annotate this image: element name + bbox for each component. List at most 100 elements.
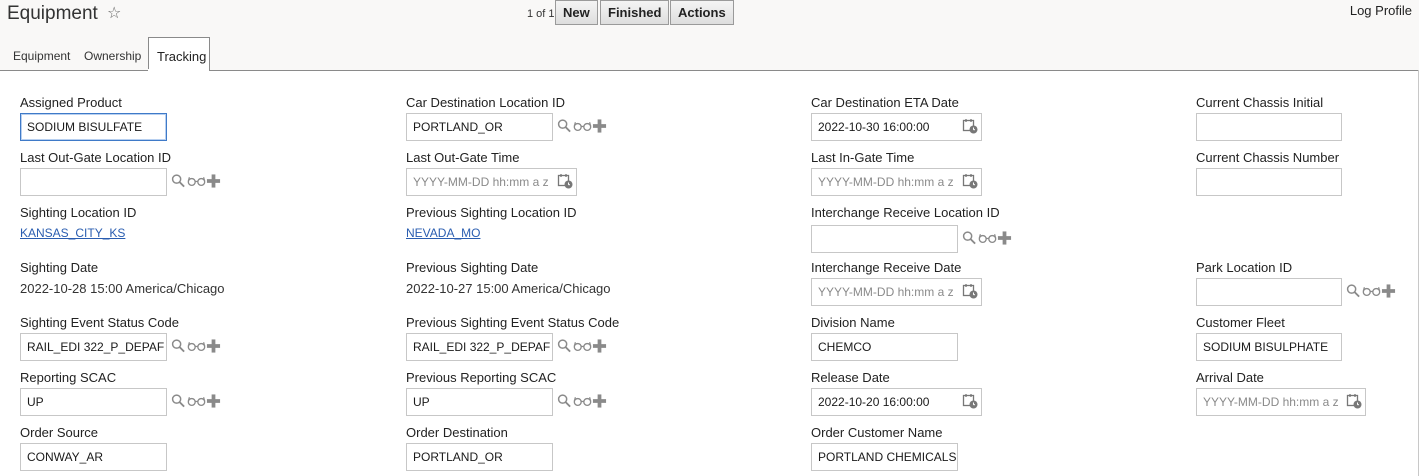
order-customer-name-input[interactable]: PORTLAND CHEMICALS <box>811 443 958 471</box>
assigned-product-field: Assigned Product SODIUM BISULFATE <box>20 95 167 141</box>
star-icon[interactable]: ☆ <box>107 3 121 23</box>
previous-sighting-date-label: Previous Sighting Date <box>406 260 539 275</box>
glasses-icon[interactable] <box>187 393 206 409</box>
log-profile-link[interactable]: Log Profile <box>1350 3 1412 18</box>
division-name-label: Division Name <box>811 315 895 330</box>
current-chassis-initial-input[interactable] <box>1196 113 1342 141</box>
interchange-receive-location-label: Interchange Receive Location ID <box>811 205 1000 220</box>
release-date-field: Release Date 2022-10-20 16:00:00 <box>811 370 982 416</box>
last-out-gate-location-input[interactable] <box>20 168 167 196</box>
sighting-date-field: Sighting Date 2022-10-28 15:00 America/C… <box>20 260 225 296</box>
interchange-receive-date-input[interactable]: YYYY-MM-DD hh:mm a z <box>811 278 982 306</box>
previous-reporting-scac-label: Previous Reporting SCAC <box>406 370 557 385</box>
current-chassis-number-label: Current Chassis Number <box>1196 150 1340 165</box>
tab-bar: Equipment Ownership Tracking <box>0 37 1419 71</box>
order-destination-label: Order Destination <box>406 425 508 440</box>
new-button[interactable]: New <box>555 0 598 25</box>
search-icon[interactable] <box>557 118 572 134</box>
plus-icon[interactable] <box>206 173 221 189</box>
plus-icon[interactable] <box>206 338 221 354</box>
reporting-scac-field: Reporting SCAC UP <box>20 370 116 416</box>
order-source-label: Order Source <box>20 425 99 440</box>
previous-reporting-scac-field: Previous Reporting SCAC UP <box>406 370 556 416</box>
glasses-icon[interactable] <box>573 393 592 409</box>
last-out-gate-time-input[interactable]: YYYY-MM-DD hh:mm a z <box>406 168 577 196</box>
sighting-location-link[interactable]: KANSAS_CITY_KS <box>20 226 136 240</box>
customer-fleet-input[interactable]: SODIUM BISULPHATE <box>1196 333 1342 361</box>
plus-icon[interactable] <box>1381 283 1396 299</box>
search-icon[interactable] <box>1346 283 1361 299</box>
release-date-input[interactable]: 2022-10-20 16:00:00 <box>811 388 982 416</box>
sighting-location-label: Sighting Location ID <box>20 205 137 220</box>
last-in-gate-time-input[interactable]: YYYY-MM-DD hh:mm a z <box>811 168 982 196</box>
tab-ownership[interactable]: Ownership <box>84 49 141 63</box>
search-icon[interactable] <box>171 393 186 409</box>
plus-icon[interactable] <box>997 230 1012 246</box>
tab-equipment[interactable]: Equipment <box>13 49 70 63</box>
glasses-icon[interactable] <box>573 338 592 354</box>
current-chassis-number-input[interactable] <box>1196 168 1342 196</box>
division-name-field: Division Name CHEMCO <box>811 315 958 361</box>
division-name-input[interactable]: CHEMCO <box>811 333 958 361</box>
previous-sighting-location-field: Previous Sighting Location ID NEVADA_MO <box>406 205 577 240</box>
pager-text: 1 of 1 <box>527 8 555 20</box>
previous-sighting-event-status-code-input[interactable]: RAIL_EDI 322_P_DEPAF <box>406 333 553 361</box>
park-location-input[interactable] <box>1196 278 1342 306</box>
customer-fleet-field: Customer Fleet SODIUM BISULPHATE <box>1196 315 1342 361</box>
order-destination-input[interactable]: PORTLAND_OR <box>406 443 553 471</box>
current-chassis-initial-label: Current Chassis Initial <box>1196 95 1324 110</box>
interchange-receive-date-label: Interchange Receive Date <box>811 260 962 275</box>
car-destination-location-label: Car Destination Location ID <box>406 95 565 110</box>
car-destination-eta-label: Car Destination ETA Date <box>811 95 959 110</box>
arrival-date-input[interactable]: YYYY-MM-DD hh:mm a z <box>1196 388 1366 416</box>
calendar-clock-icon[interactable] <box>962 118 978 134</box>
interchange-receive-location-input[interactable] <box>811 225 958 253</box>
sighting-date-label: Sighting Date <box>20 260 99 275</box>
assigned-product-input[interactable]: SODIUM BISULFATE <box>20 113 167 141</box>
current-chassis-initial-field: Current Chassis Initial <box>1196 95 1342 141</box>
previous-reporting-scac-input[interactable]: UP <box>406 388 553 416</box>
plus-icon[interactable] <box>592 338 607 354</box>
calendar-clock-icon[interactable] <box>962 283 978 299</box>
search-icon[interactable] <box>557 338 572 354</box>
release-date-label: Release Date <box>811 370 890 385</box>
search-icon[interactable] <box>171 173 186 189</box>
car-destination-eta-input[interactable]: 2022-10-30 16:00:00 <box>811 113 982 141</box>
last-out-gate-location-label: Last Out-Gate Location ID <box>20 150 172 165</box>
glasses-icon[interactable] <box>1362 283 1381 299</box>
finished-button[interactable]: Finished <box>600 0 670 25</box>
reporting-scac-input[interactable]: UP <box>20 388 167 416</box>
current-chassis-number-field: Current Chassis Number <box>1196 150 1342 196</box>
search-icon[interactable] <box>962 230 977 246</box>
sighting-event-status-code-input[interactable]: RAIL_EDI 322_P_DEPAF <box>20 333 167 361</box>
plus-icon[interactable] <box>592 393 607 409</box>
page-title: Equipment <box>7 3 98 24</box>
calendar-clock-icon[interactable] <box>962 173 978 189</box>
glasses-icon[interactable] <box>978 230 997 246</box>
car-destination-location-input[interactable]: PORTLAND_OR <box>406 113 553 141</box>
arrival-date-label: Arrival Date <box>1196 370 1264 385</box>
sighting-location-field: Sighting Location ID KANSAS_CITY_KS <box>20 205 136 240</box>
last-out-gate-time-label: Last Out-Gate Time <box>406 150 520 165</box>
previous-sighting-event-status-code-field: Previous Sighting Event Status Code RAIL… <box>406 315 619 361</box>
glasses-icon[interactable] <box>187 173 206 189</box>
calendar-clock-icon[interactable] <box>1346 393 1362 409</box>
glasses-icon[interactable] <box>187 338 206 354</box>
glasses-icon[interactable] <box>573 118 592 134</box>
search-icon[interactable] <box>557 393 572 409</box>
reporting-scac-label: Reporting SCAC <box>20 370 117 385</box>
order-source-field: Order Source CONWAY_AR <box>20 425 167 471</box>
actions-button[interactable]: Actions <box>670 0 734 25</box>
tab-tracking[interactable]: Tracking <box>148 37 210 70</box>
order-source-input[interactable]: CONWAY_AR <box>20 443 167 471</box>
calendar-clock-icon[interactable] <box>557 173 573 189</box>
plus-icon[interactable] <box>206 393 221 409</box>
previous-sighting-location-link[interactable]: NEVADA_MO <box>406 226 577 240</box>
car-destination-location-field: Car Destination Location ID PORTLAND_OR <box>406 95 565 141</box>
plus-icon[interactable] <box>592 118 607 134</box>
arrival-date-field: Arrival Date YYYY-MM-DD hh:mm a z <box>1196 370 1366 416</box>
search-icon[interactable] <box>171 338 186 354</box>
order-customer-name-field: Order Customer Name PORTLAND CHEMICALS <box>811 425 958 471</box>
order-customer-name-label: Order Customer Name <box>811 425 943 440</box>
calendar-clock-icon[interactable] <box>962 393 978 409</box>
